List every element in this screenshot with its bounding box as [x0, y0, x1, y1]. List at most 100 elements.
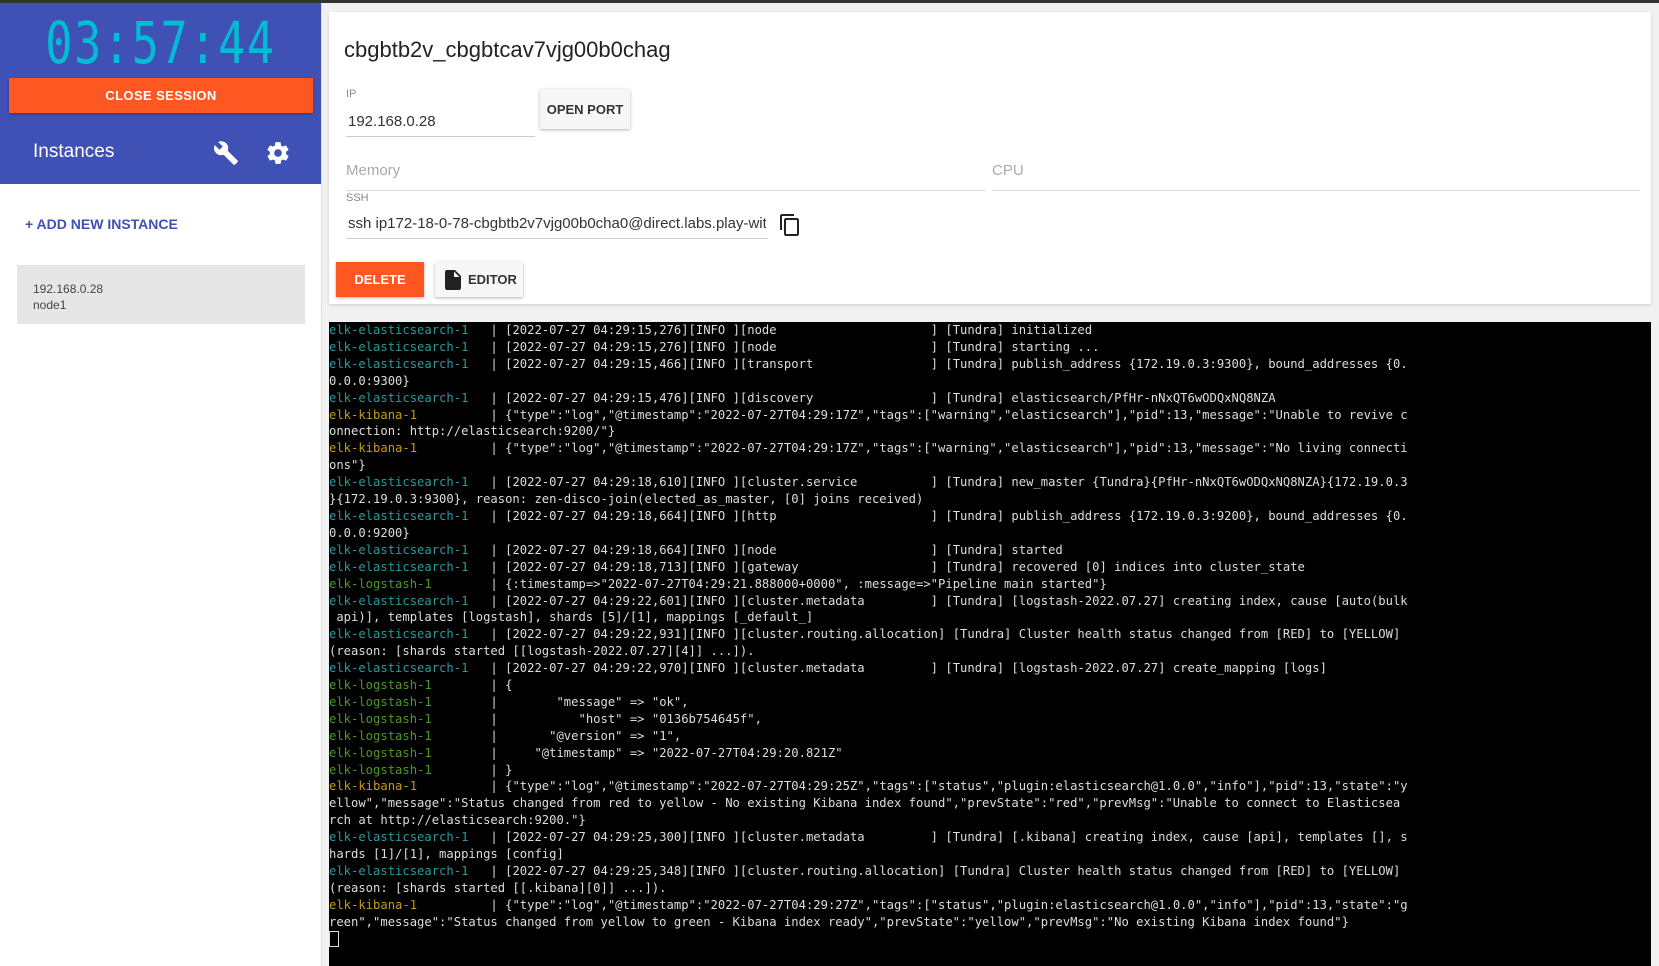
delete-button[interactable]: DELETE	[336, 262, 424, 297]
log-source: elk-logstash-1	[329, 728, 484, 743]
log-text: | {"type":"log","@timestamp":"2022-07-27…	[483, 407, 1408, 422]
log-text: | "@timestamp" => "2022-07-27T04:29:20.8…	[483, 745, 843, 760]
close-session-button[interactable]: CLOSE SESSION	[9, 78, 313, 113]
log-text: | "host" => "0136b754645f",	[483, 711, 762, 726]
file-icon	[445, 270, 461, 290]
log-text: | {:timestamp=>"2022-07-27T04:29:21.8880…	[483, 576, 1107, 591]
editor-button[interactable]: EDITOR	[435, 262, 523, 297]
editor-label: EDITOR	[468, 272, 517, 287]
log-source: elk-logstash-1	[329, 678, 484, 693]
terminal-line: 0.0.0:9200}	[329, 525, 1651, 542]
log-text: | [2022-07-27 04:29:18,664][INFO ][node …	[483, 542, 1063, 557]
terminal[interactable]: elk-elasticsearch-1 | [2022-07-27 04:29:…	[329, 322, 1651, 966]
terminal-line: elk-kibana-1 | {"type":"log","@timestamp…	[329, 407, 1651, 424]
sidebar-header: 03:57:44 CLOSE SESSION Instances	[0, 3, 321, 184]
log-text: | [2022-07-27 04:29:25,348][INFO ][clust…	[483, 864, 1401, 878]
log-text: | {	[483, 678, 513, 693]
terminal-line: api)], templates [logstash], shards [5]/…	[329, 609, 1651, 626]
instance-title: cbgbtb2v_cbgbtcav7vjg00b0chag	[344, 37, 671, 62]
log-text: | [2022-07-27 04:29:15,466][INFO ][trans…	[483, 356, 1408, 371]
log-text: | [2022-07-27 04:29:22,931][INFO ][clust…	[483, 627, 1401, 642]
instance-ip: 192.168.0.28	[33, 282, 104, 296]
terminal-cursor	[329, 930, 339, 947]
log-source: elk-elasticsearch-1	[329, 339, 484, 354]
log-text: | [2022-07-27 04:29:15,476][INFO ][disco…	[483, 390, 1276, 405]
log-source: elk-elasticsearch-1	[329, 559, 484, 574]
instance-details-panel: cbgbtb2v_cbgbtcav7vjg00b0chag IP OPEN PO…	[329, 12, 1651, 304]
terminal-line: elk-logstash-1 | "@version" => "1",	[329, 728, 1651, 745]
terminal-line: elk-logstash-1 | "host" => "0136b754645f…	[329, 711, 1651, 728]
log-text: | [2022-07-27 04:29:22,970][INFO ][clust…	[483, 661, 1327, 676]
log-source: elk-kibana-1	[329, 441, 484, 456]
log-source: elk-logstash-1	[329, 762, 484, 777]
log-text: | {"type":"log","@timestamp":"2022-07-27…	[483, 441, 1408, 456]
log-source: elk-elasticsearch-1	[329, 475, 484, 490]
log-text: api)], templates [logstash], shards [5]/…	[329, 610, 814, 625]
instances-title: Instances	[33, 141, 115, 162]
log-text: | [2022-07-27 04:29:18,713][INFO ][gatew…	[483, 559, 1305, 574]
log-text: | {"type":"log","@timestamp":"2022-07-27…	[483, 779, 1408, 794]
log-source: elk-logstash-1	[329, 694, 484, 709]
instance-name: node1	[33, 298, 67, 312]
terminal-line: elk-elasticsearch-1 | [2022-07-27 04:29:…	[329, 542, 1651, 559]
terminal-line: elk-kibana-1 | {"type":"log","@timestamp…	[329, 897, 1651, 914]
terminal-line: elk-elasticsearch-1 | [2022-07-27 04:29:…	[329, 390, 1651, 407]
cpu-field: CPU	[992, 162, 1639, 191]
terminal-line: (reason: [shards started [[logstash-2022…	[329, 643, 1651, 660]
log-source: elk-elasticsearch-1	[329, 627, 484, 642]
log-text: (reason: [shards started [[.kibana][0]] …	[329, 880, 667, 895]
log-source: elk-kibana-1	[329, 779, 484, 794]
log-text: | [2022-07-27 04:29:25,300][INFO ][clust…	[483, 830, 1408, 845]
terminal-line: elk-kibana-1 | {"type":"log","@timestamp…	[329, 440, 1651, 457]
terminal-line: elk-elasticsearch-1 | [2022-07-27 04:29:…	[329, 508, 1651, 525]
ip-field[interactable]	[346, 106, 535, 137]
log-text: ons"}	[329, 458, 366, 473]
log-source: elk-elasticsearch-1	[329, 542, 484, 557]
terminal-line: hards [1]/[1], mappings [config]	[329, 846, 1651, 863]
session-timer: 03:57:44	[45, 9, 276, 77]
terminal-line: reen","message":"Status changed from yel…	[329, 914, 1651, 931]
terminal-line: elk-logstash-1 | }	[329, 762, 1651, 779]
terminal-line: (reason: [shards started [[.kibana][0]] …	[329, 880, 1651, 897]
terminal-prompt[interactable]	[329, 930, 1651, 950]
add-new-instance-link[interactable]: + ADD NEW INSTANCE	[25, 216, 178, 232]
log-source: elk-elasticsearch-1	[329, 661, 484, 676]
log-source: elk-elasticsearch-1	[329, 323, 484, 337]
ip-label: IP	[346, 88, 357, 100]
log-text: | "@version" => "1",	[483, 728, 682, 743]
log-text: hards [1]/[1], mappings [config]	[329, 847, 564, 862]
instance-item-node1[interactable]: 192.168.0.28 node1	[17, 265, 305, 324]
wrench-icon[interactable]	[213, 140, 239, 166]
terminal-line: ellow","message":"Status changed from re…	[329, 795, 1651, 812]
terminal-line: elk-logstash-1 | "message" => "ok",	[329, 694, 1651, 711]
log-text: }{172.19.0.3:9300}, reason: zen-disco-jo…	[329, 492, 924, 507]
terminal-line: elk-elasticsearch-1 | [2022-07-27 04:29:…	[329, 356, 1651, 373]
terminal-line: 0.0.0:9300}	[329, 373, 1651, 390]
terminal-line: elk-elasticsearch-1 | [2022-07-27 04:29:…	[329, 863, 1651, 880]
log-text: | [2022-07-27 04:29:15,276][INFO ][node …	[483, 339, 1100, 354]
copy-icon[interactable]	[778, 212, 802, 238]
terminal-line: elk-elasticsearch-1 | [2022-07-27 04:29:…	[329, 474, 1651, 491]
terminal-output: elk-elasticsearch-1 | [2022-07-27 04:29:…	[329, 322, 1651, 950]
terminal-line: elk-elasticsearch-1 | [2022-07-27 04:29:…	[329, 593, 1651, 610]
terminal-line: elk-logstash-1 | "@timestamp" => "2022-0…	[329, 745, 1651, 762]
terminal-line: elk-elasticsearch-1 | [2022-07-27 04:29:…	[329, 339, 1651, 356]
terminal-line: elk-elasticsearch-1 | [2022-07-27 04:29:…	[329, 626, 1651, 643]
log-text: | [2022-07-27 04:29:18,664][INFO ][http …	[483, 508, 1408, 523]
terminal-line: }{172.19.0.3:9300}, reason: zen-disco-jo…	[329, 491, 1651, 508]
log-source: elk-kibana-1	[329, 897, 484, 912]
terminal-line: elk-logstash-1 | {:timestamp=>"2022-07-2…	[329, 576, 1651, 593]
log-text: rch at http://elasticsearch:9200."}	[329, 813, 586, 828]
gear-icon[interactable]	[265, 140, 291, 166]
log-text: ellow","message":"Status changed from re…	[329, 796, 1401, 811]
log-source: elk-logstash-1	[329, 711, 484, 726]
log-source: elk-kibana-1	[329, 407, 484, 422]
log-text: | "message" => "ok",	[483, 694, 689, 709]
log-text: (reason: [shards started [[logstash-2022…	[329, 644, 755, 659]
open-port-button[interactable]: OPEN PORT	[540, 89, 630, 129]
log-text: onnection: http://elasticsearch:9200/"}	[329, 424, 616, 439]
log-source: elk-elasticsearch-1	[329, 356, 484, 371]
log-source: elk-elasticsearch-1	[329, 508, 484, 523]
log-text: | [2022-07-27 04:29:15,276][INFO ][node …	[483, 323, 1093, 337]
ssh-field[interactable]	[346, 208, 768, 239]
